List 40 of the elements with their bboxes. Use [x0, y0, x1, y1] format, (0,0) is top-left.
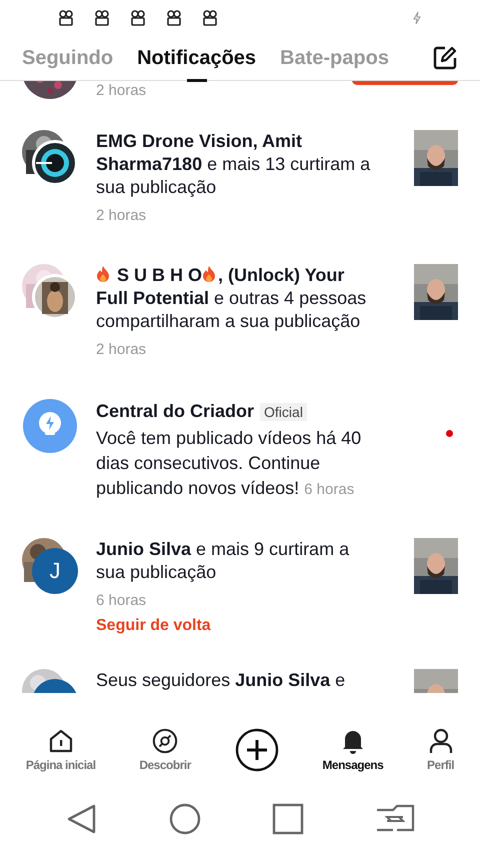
- camera-reel-icon: [166, 10, 182, 26]
- lightbulb-icon: [22, 398, 78, 454]
- tab[interactable]: Seguindo: [22, 46, 114, 82]
- camera-reel-icon: [130, 10, 146, 26]
- camera-reel-icon: [58, 10, 74, 26]
- letter-avatar: J: [32, 548, 78, 594]
- home-circle-icon[interactable]: [168, 803, 200, 835]
- timestamp: 2 horas: [96, 341, 148, 358]
- plus-icon: [234, 728, 279, 772]
- follow-back-link[interactable]: Seguir de volta: [96, 617, 211, 635]
- timestamp: 2 horas: [96, 207, 148, 224]
- official-badge: Oficial: [260, 402, 307, 420]
- notification-text: Você tem publicado vídeos há 40 dias consecutivos. Continue publicando novos vídeos! 6 horas: [96, 427, 362, 500]
- compose-icon[interactable]: [432, 45, 458, 71]
- notification-text: S U B H O , (Unlock) Your Full Potential e outras 4 pessoas compartilharam a sua publicação: [96, 264, 368, 333]
- follow-button[interactable]: [352, 81, 458, 85]
- home-icon: [48, 728, 74, 754]
- profile-icon: [428, 728, 454, 754]
- nav-tab[interactable]: Descobrir: [139, 728, 191, 772]
- compass-icon: [152, 728, 178, 754]
- back-icon[interactable]: [66, 803, 98, 835]
- timestamp: 2 horas: [96, 81, 146, 101]
- create-button[interactable]: [234, 728, 279, 772]
- lightning-icon: [412, 11, 422, 25]
- camera-reel-icon: [94, 10, 110, 26]
- sender-name: Central do Criador: [96, 401, 254, 422]
- nav-tab[interactable]: Mensagens: [322, 728, 384, 772]
- flame-icon: [96, 265, 110, 283]
- nav-tab[interactable]: Perfil: [427, 728, 454, 772]
- flame-icon: [202, 265, 216, 283]
- tab[interactable]: Bate-papos: [280, 46, 389, 82]
- tab[interactable]: Notificações: [137, 46, 256, 82]
- notification-text: EMG Drone Vision, Amit Sharma7180 e mais 13 curtiram a sua publicação: [96, 130, 372, 199]
- nav-tab[interactable]: Página inicial: [26, 728, 96, 772]
- notification-text: Junio Silva e mais 9 curtiram a sua publicação: [96, 538, 350, 584]
- camera-reel-icon: [202, 10, 218, 26]
- notification-text: Seus seguidores Junio Silva e: [96, 669, 346, 692]
- timestamp: 6 horas: [96, 592, 148, 609]
- recents-icon[interactable]: [272, 803, 304, 835]
- switch-app-icon[interactable]: [374, 804, 414, 834]
